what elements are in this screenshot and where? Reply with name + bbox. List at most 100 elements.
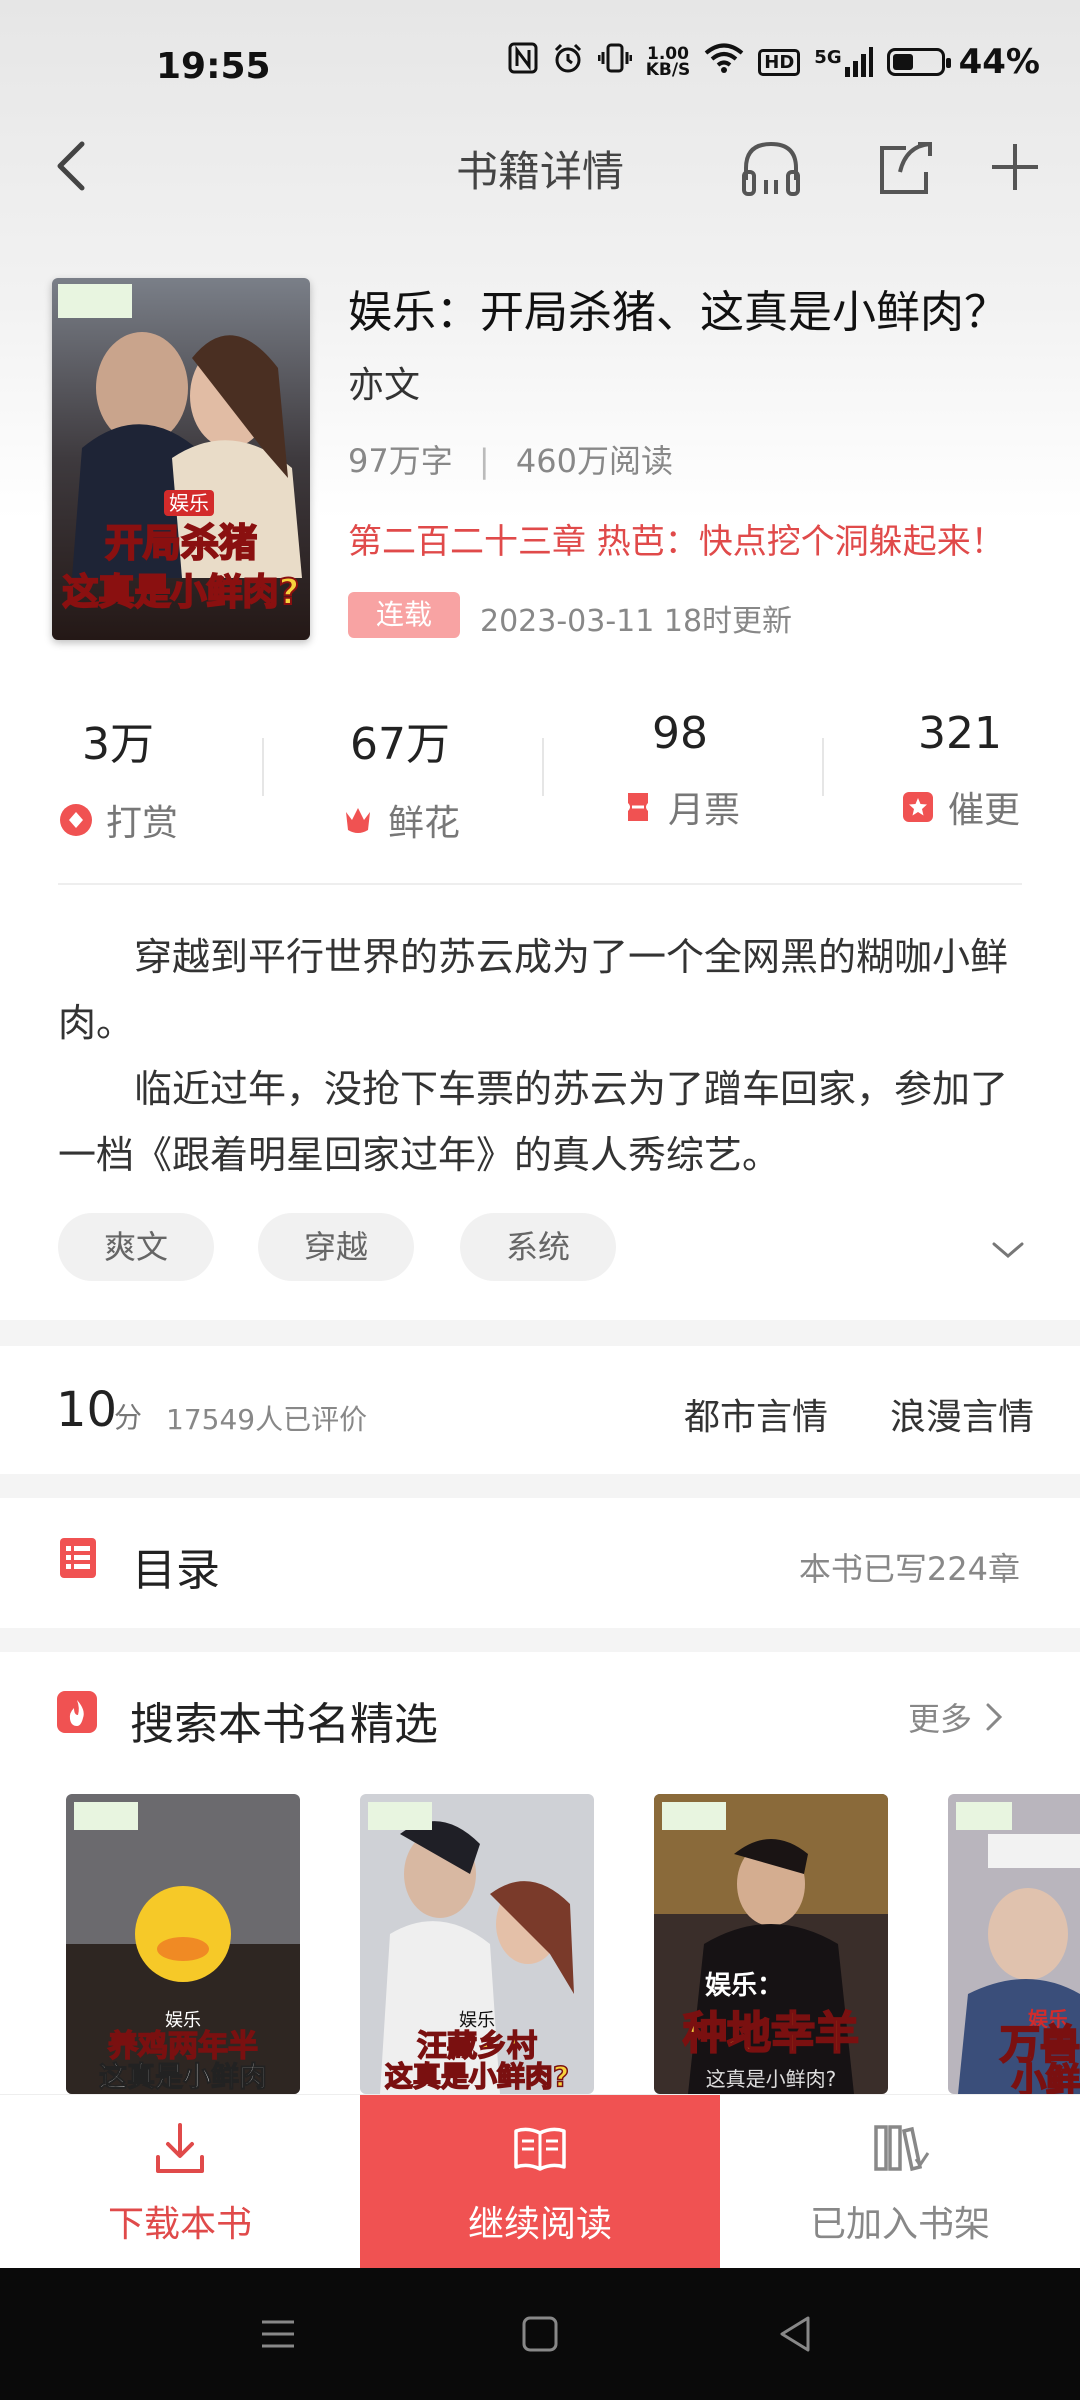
bookshelf-icon — [874, 2125, 930, 2172]
add-icon — [992, 144, 1038, 190]
hd-icon: HD — [758, 48, 801, 76]
recents-button[interactable] — [256, 2312, 300, 2356]
home-button[interactable] — [516, 2310, 564, 2358]
divider — [58, 883, 1022, 885]
toc-title: 目录 — [132, 1545, 220, 1596]
triangle-back-icon — [780, 2316, 810, 2352]
synopsis-paragraph: 临近过年，没抢下车票的苏云为了蹭车回家，参加了一档《跟着明星回家过年》的真人秀综… — [58, 1067, 1009, 1177]
rating-unit: 分 — [114, 1401, 143, 1434]
metric-value: 321 — [918, 708, 1002, 759]
more-link[interactable]: 更多 — [908, 1694, 1006, 1740]
nfc-icon — [508, 42, 538, 82]
metric-urge[interactable]: 321 催更 — [850, 708, 1070, 833]
rating-count[interactable]: 17549人已评价 — [166, 1398, 367, 1438]
metric-divider — [262, 738, 264, 796]
chevron-down-icon — [992, 1242, 1024, 1258]
chevron-right-icon — [986, 1703, 1003, 1731]
more-label: 更多 — [908, 1700, 973, 1738]
category-link[interactable]: 浪漫言情 — [890, 1388, 1034, 1440]
latest-chapter-link[interactable]: 第二百二十三章 热芭：快点挖个洞躲起来！ — [348, 514, 1028, 563]
category-link[interactable]: 都市言情 — [684, 1388, 828, 1440]
status-badge: 连载 — [348, 592, 460, 638]
stats-divider: | — [478, 442, 490, 480]
fire-icon — [57, 1691, 97, 1733]
continue-reading-label: 继续阅读 — [467, 2204, 612, 2245]
recommended-book[interactable]: 娱乐 养鸡两年半 这真是小鲜肉 — [66, 1794, 300, 2094]
status-time: 19:55 — [156, 46, 271, 87]
flower-icon — [345, 808, 370, 833]
rec-cover-text: 这真是小鲜肉 — [99, 2060, 267, 2093]
reward-icon — [59, 804, 92, 836]
battery-icon — [886, 48, 951, 76]
metric-label: 鲜花 — [387, 803, 460, 844]
synopsis: 穿越到平行世界的苏云成为了一个全网黑的糊咖小鲜肉。 临近过年，没抢下车票的苏云为… — [58, 924, 1022, 1188]
metric-ticket[interactable]: 98 月票 — [570, 708, 790, 833]
tag-chip[interactable]: 爽文 — [58, 1213, 214, 1281]
metric-label: 催更 — [947, 790, 1020, 831]
download-label: 下载本书 — [107, 2204, 252, 2245]
catalog-icon — [60, 1538, 96, 1578]
share-button[interactable] — [870, 132, 940, 202]
metric-label: 月票 — [667, 790, 740, 831]
bookshelf-label: 已加入书架 — [809, 2204, 990, 2245]
metric-reward[interactable]: 3万 打赏 — [8, 708, 228, 846]
book-author[interactable]: 亦文 — [348, 356, 420, 408]
book-stats: 97万字 | 460万阅读 — [348, 436, 673, 482]
recommended-book[interactable]: 娱乐： 种地幸羊 这真是小鲜肉? — [654, 1794, 888, 2094]
bottom-action-bar: 下载本书 继续阅读 已加入书架 — [0, 2094, 1080, 2269]
rec-cover-text: 小鲜 — [1012, 2061, 1080, 2094]
cover-text-1: 开局杀猪 — [105, 521, 257, 565]
metric-value: 3万 — [82, 719, 154, 770]
cover-text-2: 这真是小鲜肉? — [63, 572, 300, 613]
metric-value: 67万 — [350, 719, 450, 770]
recommended-book[interactable]: 娱乐 汪藏乡村 这真是小鲜肉? — [360, 1794, 594, 2094]
urge-icon — [902, 792, 933, 822]
tag-chip[interactable]: 穿越 — [258, 1213, 414, 1281]
status-icons: 1.00 KB/S HD 5G 44% — [508, 42, 1040, 82]
rec-cover-text: 娱乐 — [165, 2010, 201, 2031]
system-back-button[interactable] — [772, 2310, 820, 2358]
status-bar: 19:55 1.00 KB/S HD 5G 44% — [0, 0, 1080, 140]
battery-percent: 44% — [958, 42, 1040, 82]
rating-score: 10 — [56, 1382, 118, 1438]
listen-button[interactable] — [736, 132, 806, 202]
metric-divider — [542, 738, 544, 796]
book-cover[interactable]: 娱乐 开局杀猪 这真是小鲜肉? — [52, 278, 310, 640]
rec-cover-text: 汪藏乡村 — [417, 2029, 537, 2064]
book-open-icon — [514, 2127, 566, 2171]
metric-value: 98 — [652, 708, 708, 759]
book-title: 娱乐：开局杀猪、这真是小鲜肉？ — [348, 287, 1008, 338]
synopsis-paragraph: 穿越到平行世界的苏云成为了一个全网黑的糊咖小鲜肉。 — [58, 935, 1009, 1045]
download-button[interactable]: 下载本书 — [0, 2095, 360, 2269]
recommended-book[interactable]: 娱乐 万兽 小鲜 — [948, 1794, 1080, 2094]
ticket-icon — [627, 793, 648, 821]
rec-cover-text: 娱乐： — [705, 1971, 783, 2001]
cover-text-top: 娱乐 — [169, 491, 209, 515]
alarm-icon — [552, 42, 584, 82]
download-icon — [156, 2123, 204, 2173]
read-count: 460万阅读 — [515, 442, 673, 480]
expand-synopsis-button[interactable] — [986, 1230, 1030, 1270]
rec-cover-text: 这真是小鲜肉? — [706, 2067, 837, 2091]
update-time: 2023-03-11 18时更新 — [480, 604, 793, 639]
rec-cover-text: 养鸡两年半 — [108, 2029, 258, 2064]
recommend-title: 搜索本书名精选 — [130, 1699, 438, 1750]
toc-chapter-count: 本书已写224章 — [798, 1550, 1020, 1588]
wifi-icon — [704, 42, 744, 82]
rec-cover-text: 种地幸羊 — [683, 2008, 859, 2059]
signal-icon: 5G — [814, 47, 873, 77]
net-speed: 1.00 KB/S — [645, 44, 691, 80]
menu-icon — [262, 2320, 294, 2348]
continue-reading-button[interactable]: 继续阅读 — [360, 2095, 720, 2269]
tag-chip[interactable]: 系统 — [460, 1213, 616, 1281]
rec-cover-text: 娱乐 — [459, 2010, 495, 2031]
word-count: 97万字 — [348, 442, 453, 480]
home-icon — [522, 2316, 558, 2352]
share-icon — [880, 142, 932, 194]
metric-divider — [822, 738, 824, 796]
bookshelf-button[interactable]: 已加入书架 — [720, 2095, 1080, 2269]
metric-flower[interactable]: 67万 鲜花 — [290, 708, 510, 846]
add-button[interactable] — [980, 132, 1050, 202]
headphones-icon — [742, 141, 800, 196]
vibrate-icon — [597, 42, 633, 82]
